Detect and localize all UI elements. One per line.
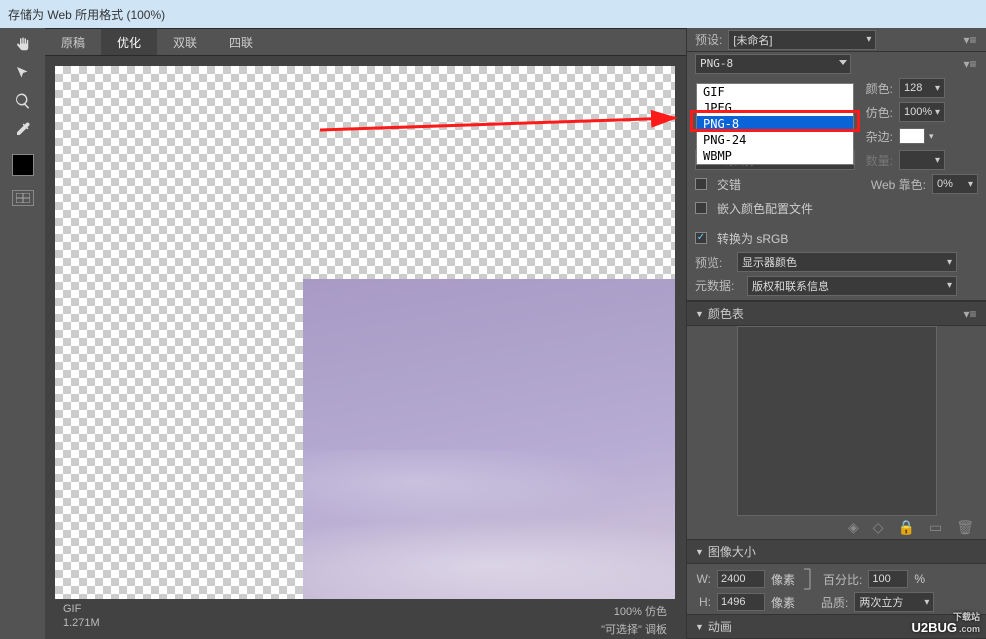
ct-trash-icon[interactable]: 🗑 bbox=[956, 519, 974, 536]
imagesize-header[interactable]: ▼ 图像大小 bbox=[687, 539, 986, 564]
height-input[interactable]: 1496 bbox=[717, 593, 765, 611]
quality-select[interactable]: 两次立方 bbox=[854, 592, 934, 612]
tab-4up[interactable]: 四联 bbox=[213, 29, 269, 55]
chevron-down-icon: ▼ bbox=[695, 547, 704, 557]
matte-color[interactable] bbox=[899, 128, 925, 144]
percent-label: 百分比: bbox=[823, 571, 862, 588]
matte-label: 杂边: bbox=[861, 128, 893, 145]
format-option-jpeg[interactable]: JPEG bbox=[697, 100, 853, 116]
format-option-gif[interactable]: GIF bbox=[697, 84, 853, 100]
width-unit: 像素 bbox=[771, 571, 795, 588]
preset-menu-icon[interactable]: ▾≡ bbox=[962, 32, 978, 48]
width-label: W: bbox=[695, 572, 711, 586]
status-palette: "可选择" 调板 bbox=[601, 621, 667, 637]
height-label: H: bbox=[695, 595, 711, 609]
format-option-wbmp[interactable]: WBMP bbox=[697, 148, 853, 164]
colortable-body bbox=[687, 326, 986, 516]
format-option-png24[interactable]: PNG-24 bbox=[697, 132, 853, 148]
convert-srgb-label: 转换为 sRGB bbox=[717, 230, 788, 247]
convert-srgb-checkbox[interactable] bbox=[695, 232, 707, 244]
preview-status-bar: GIF 1.271M 100% 仿色 "可选择" 调板 bbox=[55, 599, 675, 639]
preview-label: 预览: bbox=[695, 254, 731, 271]
colors-select[interactable]: 128 bbox=[899, 78, 945, 98]
metadata-label: 元数据: bbox=[695, 277, 741, 294]
ct-lock-icon[interactable]: 🔒 bbox=[898, 519, 915, 536]
window-title: 存储为 Web 所用格式 (100%) bbox=[8, 6, 165, 23]
left-toolbar bbox=[0, 28, 45, 639]
format-option-png8[interactable]: PNG-8 bbox=[697, 116, 853, 132]
animation-header[interactable]: ▼ 动画 bbox=[687, 614, 986, 639]
preview-select[interactable]: 显示器颜色 bbox=[737, 252, 957, 272]
preview-tabs: 原稿 优化 双联 四联 bbox=[45, 28, 686, 56]
ct-snap-icon[interactable]: ◈ bbox=[848, 519, 859, 536]
dither-amount-select[interactable]: 100% bbox=[899, 102, 945, 122]
toggle-slices-visibility[interactable] bbox=[12, 190, 34, 206]
status-filesize: 1.271M bbox=[63, 617, 100, 629]
percent-unit: % bbox=[914, 572, 925, 586]
link-icon[interactable] bbox=[799, 565, 817, 593]
hand-tool[interactable] bbox=[9, 34, 37, 56]
chevron-down-icon: ▼ bbox=[695, 309, 704, 319]
height-unit: 像素 bbox=[771, 594, 795, 611]
preset-label: 预设: bbox=[695, 31, 722, 48]
web-snap-label: Web 靠色: bbox=[871, 176, 926, 193]
web-snap-select[interactable]: 0% bbox=[932, 174, 978, 194]
optimize-menu-icon[interactable]: ▾≡ bbox=[962, 56, 978, 72]
image-content bbox=[303, 279, 675, 621]
slice-select-tool[interactable] bbox=[9, 62, 37, 84]
window-title-bar: 存储为 Web 所用格式 (100%) bbox=[0, 0, 986, 28]
colortable-header[interactable]: ▼ 颜色表 ▾≡ bbox=[687, 301, 986, 326]
tab-2up[interactable]: 双联 bbox=[157, 29, 213, 55]
metadata-select[interactable]: 版权和联系信息 bbox=[747, 276, 957, 296]
canvas-area: GIF 1.271M 100% 仿色 "可选择" 调板 bbox=[45, 56, 686, 639]
ct-new-icon[interactable]: ▭ bbox=[929, 519, 942, 536]
status-format: GIF bbox=[63, 603, 100, 615]
zoom-tool[interactable] bbox=[9, 90, 37, 112]
interlaced-checkbox[interactable] bbox=[695, 178, 707, 190]
amount-select bbox=[899, 150, 945, 170]
width-input[interactable]: 2400 bbox=[717, 570, 765, 588]
dither-label: 仿色: bbox=[861, 104, 893, 121]
status-dither: 100% 仿色 bbox=[614, 603, 667, 619]
quality-label: 品质: bbox=[821, 594, 848, 611]
image-preview[interactable] bbox=[55, 66, 675, 621]
tab-original[interactable]: 原稿 bbox=[45, 29, 101, 55]
colortable-grid[interactable] bbox=[737, 326, 937, 516]
colortable-menu-icon[interactable]: ▾≡ bbox=[962, 306, 978, 322]
preset-select[interactable]: [未命名] bbox=[728, 30, 876, 50]
amount-label: 数量: bbox=[861, 152, 893, 169]
tab-optimized[interactable]: 优化 bbox=[101, 29, 157, 55]
chevron-down-icon: ▼ bbox=[695, 622, 704, 632]
embed-profile-label: 嵌入颜色配置文件 bbox=[717, 200, 813, 217]
percent-input[interactable]: 100 bbox=[868, 570, 908, 588]
embed-profile-checkbox[interactable] bbox=[695, 202, 707, 214]
colors-label: 颜色: bbox=[861, 80, 893, 97]
ct-transparency-icon[interactable]: ◇ bbox=[873, 519, 884, 536]
eyedropper-color-swatch[interactable] bbox=[12, 154, 34, 176]
eyedropper-tool[interactable] bbox=[9, 118, 37, 140]
colortable-toolbar: ◈ ◇ 🔒 ▭ 🗑 bbox=[687, 516, 986, 539]
interlaced-label: 交错 bbox=[717, 176, 741, 193]
format-dropdown: GIF JPEG PNG-8 PNG-24 WBMP bbox=[696, 83, 854, 165]
file-format-select[interactable]: PNG-8 bbox=[695, 54, 851, 74]
